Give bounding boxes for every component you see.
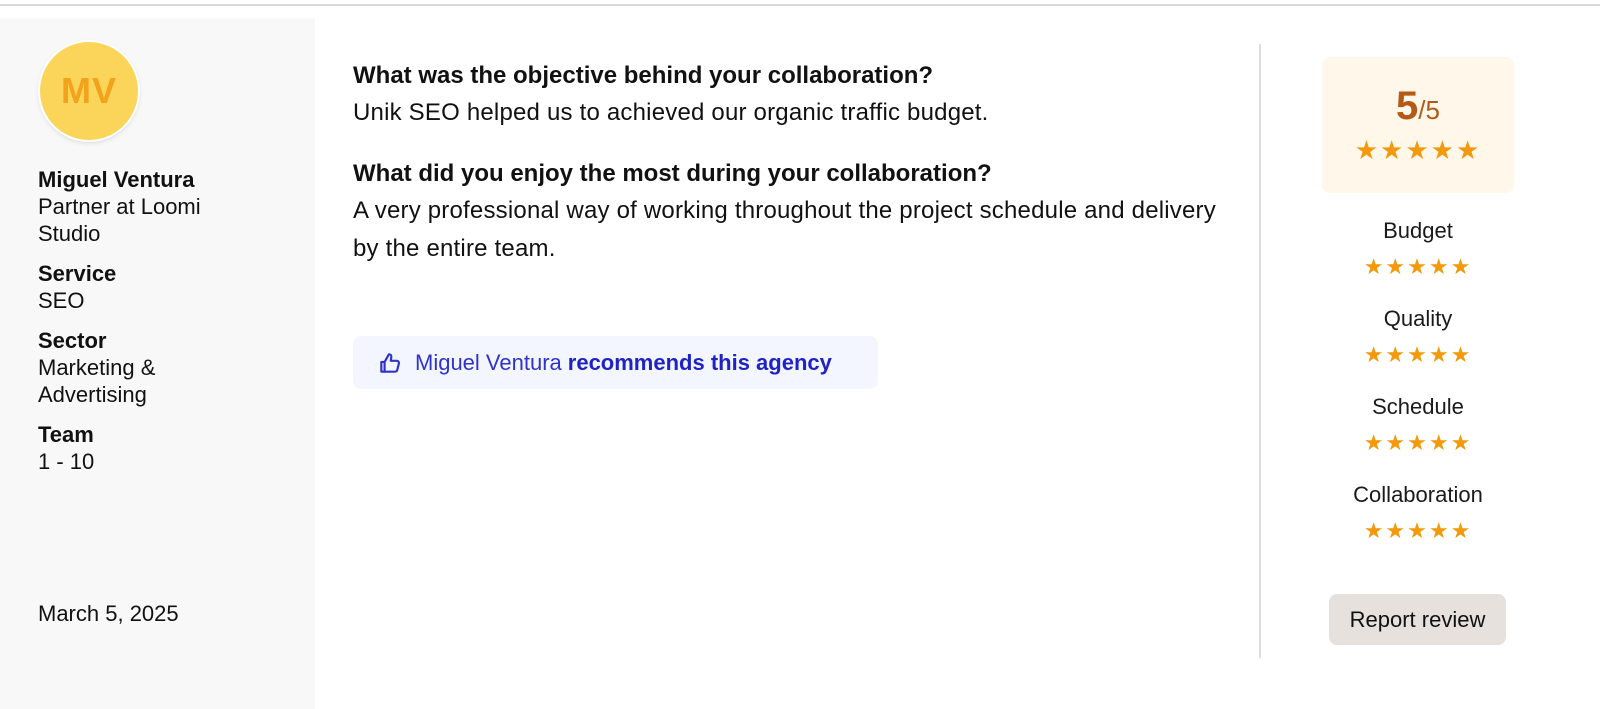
service-value: SEO xyxy=(38,288,85,313)
review-content: What was the objective behind your colla… xyxy=(353,58,1243,292)
answer-enjoy: A very professional way of working throu… xyxy=(353,197,1216,262)
team-label: Team xyxy=(38,422,94,447)
review-date: March 5, 2025 xyxy=(38,601,179,626)
sector-value: Marketing & Advertising xyxy=(38,355,156,407)
score-max: /5 xyxy=(1418,95,1440,125)
criterion-budget: Budget ★★★★★ xyxy=(1322,216,1514,304)
criterion-label: Collaboration xyxy=(1353,482,1483,507)
recommendation-badge: Miguel Ventura recommends this agency xyxy=(353,336,878,389)
criterion-quality: Quality ★★★★★ xyxy=(1322,304,1514,392)
criterion-label: Quality xyxy=(1383,306,1453,331)
recommender-name: Miguel Ventura xyxy=(415,349,562,375)
score-value: 5 xyxy=(1396,84,1419,128)
reviewer-role: Partner at Loomi Studio xyxy=(38,194,201,246)
vertical-divider xyxy=(1259,44,1261,658)
sector-label: Sector xyxy=(38,328,107,353)
criterion-stars: ★★★★★ xyxy=(1363,430,1473,455)
overall-stars: ★★★★★ xyxy=(1354,135,1482,165)
overall-score-card: 5/5 ★★★★★ xyxy=(1322,57,1514,193)
overall-score: 5/5 xyxy=(1322,83,1514,133)
report-review-button[interactable]: Report review xyxy=(1329,594,1506,645)
answer-objective: Unik SEO helped us to achieved our organ… xyxy=(353,99,989,126)
criterion-label: Budget xyxy=(1383,218,1453,243)
criterion-stars: ★★★★★ xyxy=(1363,518,1473,543)
criterion-stars: ★★★★★ xyxy=(1363,342,1473,367)
reviewer-info: Miguel Ventura Partner at Loomi Studio S… xyxy=(38,166,268,488)
service-label: Service xyxy=(38,261,117,286)
thumbs-up-icon xyxy=(377,350,403,376)
criterion-collaboration: Collaboration ★★★★★ xyxy=(1322,480,1514,568)
question-enjoy: What did you enjoy the most during your … xyxy=(353,160,992,187)
team-value: 1 - 10 xyxy=(38,449,95,474)
criterion-stars: ★★★★★ xyxy=(1363,254,1473,279)
rating-criteria: Budget ★★★★★ Quality ★★★★★ Schedule ★★★★… xyxy=(1322,216,1514,568)
recommendation-text: recommends this agency xyxy=(567,349,832,375)
avatar: MV xyxy=(40,42,138,140)
reviewer-name: Miguel Ventura xyxy=(38,167,195,192)
criterion-label: Schedule xyxy=(1372,394,1464,419)
top-divider xyxy=(0,4,1600,6)
question-objective: What was the objective behind your colla… xyxy=(353,62,934,89)
criterion-schedule: Schedule ★★★★★ xyxy=(1322,392,1514,480)
